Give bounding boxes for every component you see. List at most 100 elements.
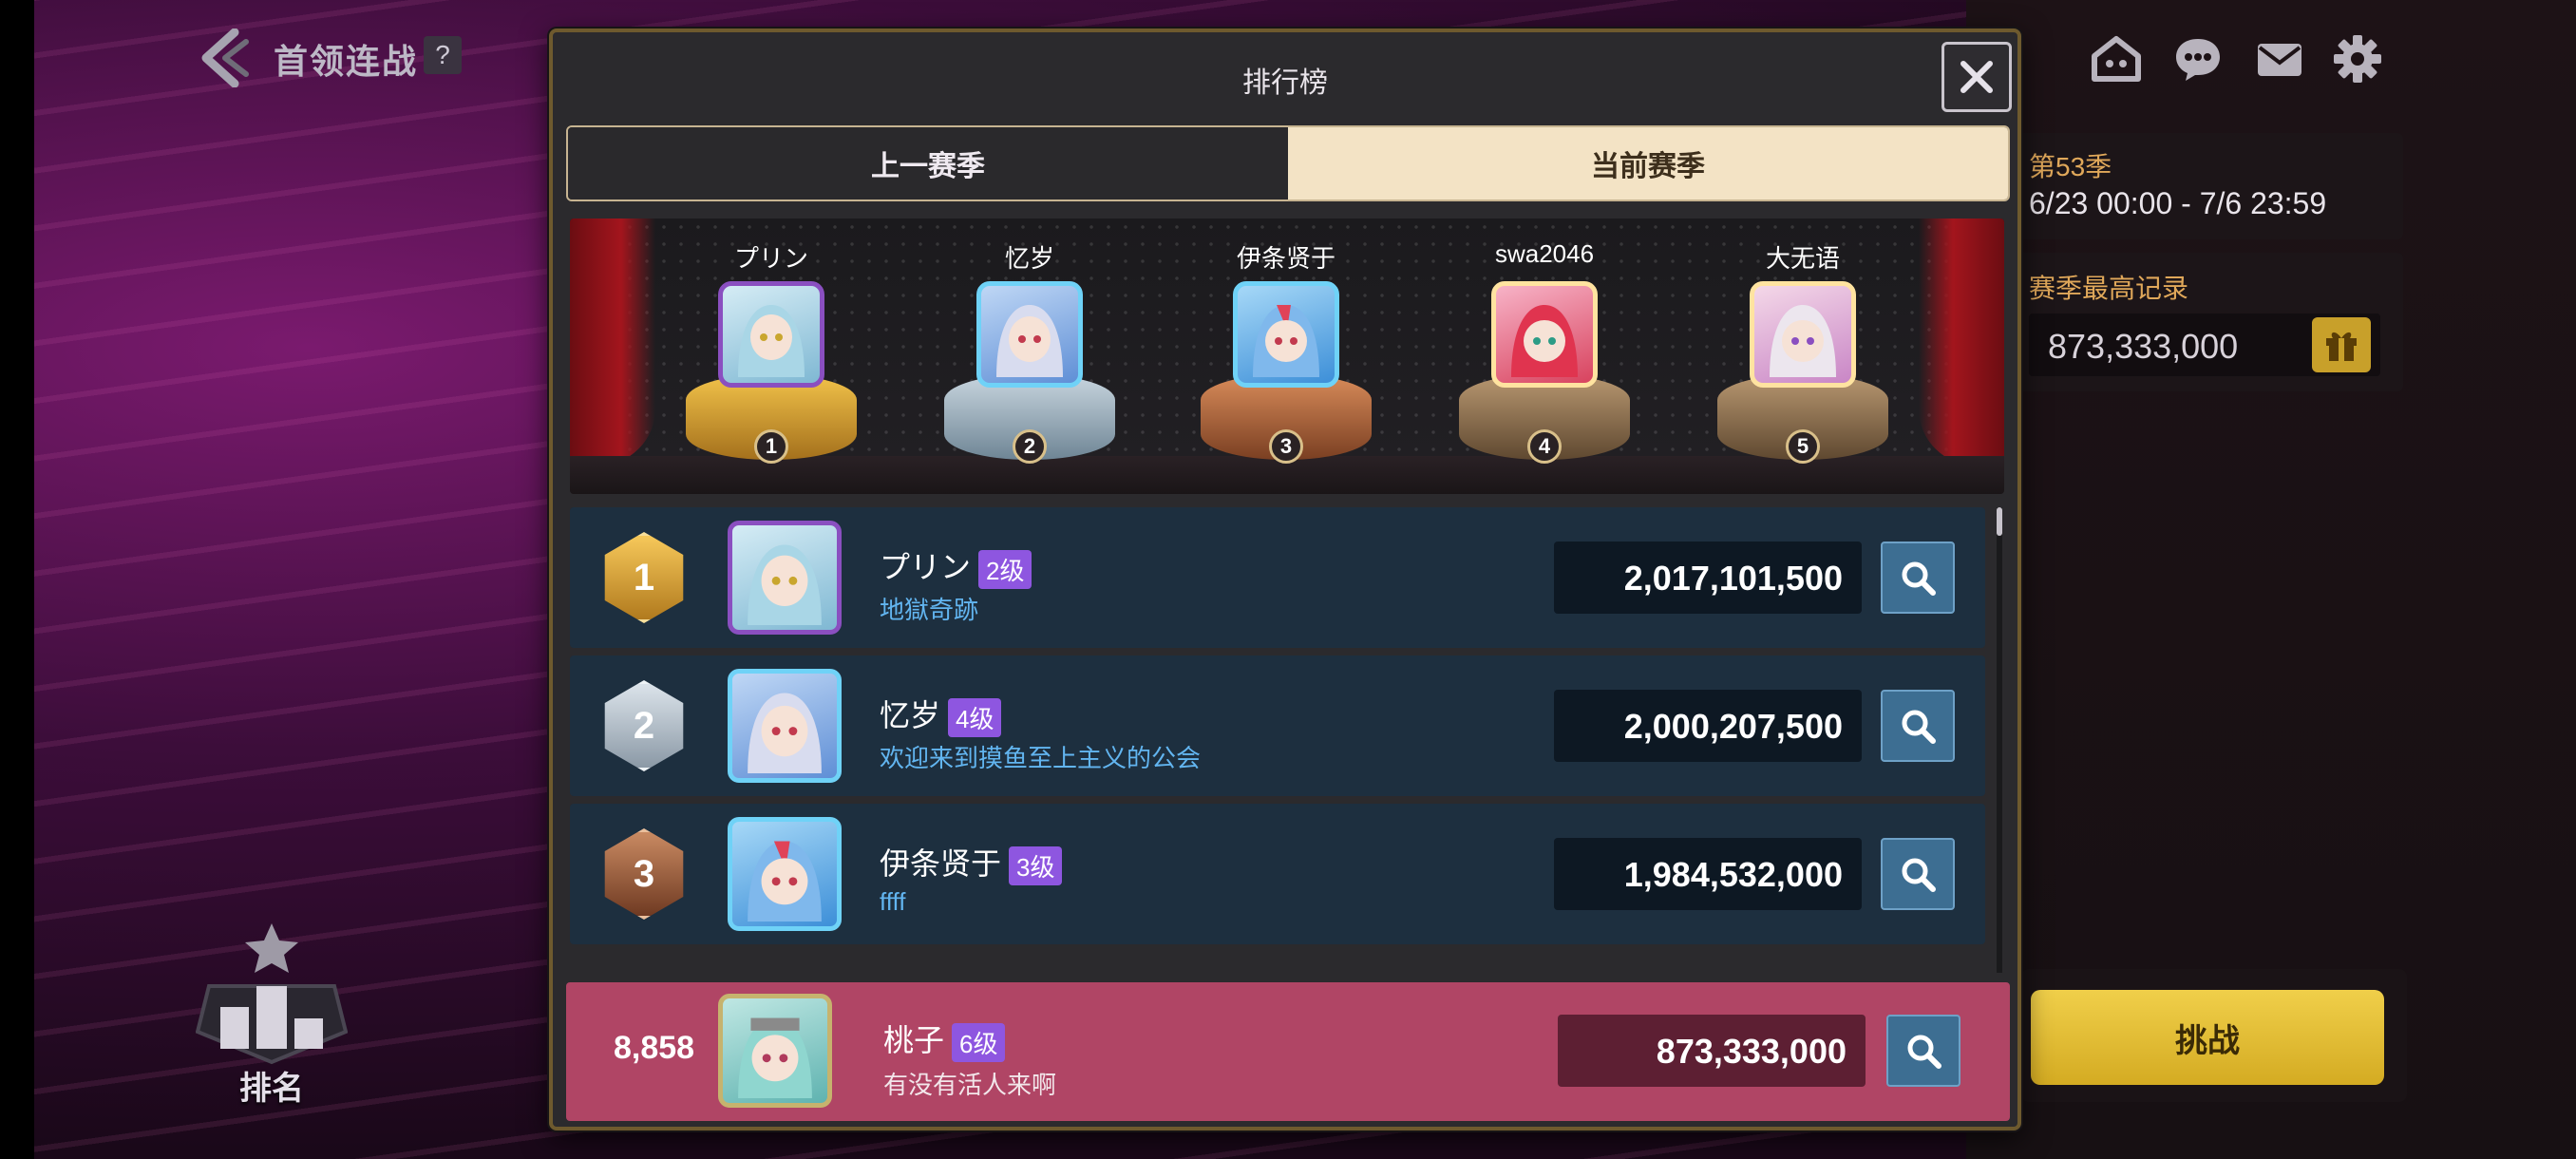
- character-portrait-icon: [1253, 305, 1319, 377]
- season-number: 第53季: [2029, 152, 2112, 181]
- podium-name: swa2046: [1494, 239, 1595, 268]
- best-record-value: 873,333,000: [2048, 327, 2239, 366]
- player-name: 忆岁: [880, 698, 941, 732]
- podium-slot[interactable]: 大无语 5: [1698, 232, 1907, 479]
- rank-podium-icon: [195, 923, 349, 1065]
- avatar: [976, 281, 1083, 388]
- guild-name: 地獄奇跡: [880, 596, 979, 624]
- guild-icon[interactable]: [2086, 28, 2147, 89]
- avatar: [718, 281, 824, 388]
- page-title: 首领连战: [274, 42, 419, 81]
- score-value: 2,000,207,500: [1623, 707, 1843, 746]
- score-value: 1,984,532,000: [1623, 855, 1843, 894]
- avatar[interactable]: [728, 521, 842, 635]
- ranking-row: 3 伊条贤于 3级 ffff 1,984,532,000: [570, 804, 1985, 944]
- score-box: 2,000,207,500: [1554, 690, 1862, 762]
- ranking-row: 1 プリン 2级 地獄奇跡 2,017,101,500: [570, 507, 1985, 648]
- rank-button[interactable]: 排名: [195, 920, 349, 1110]
- podium-slot[interactable]: 忆岁 2: [925, 232, 1134, 479]
- podium-name: 忆岁: [1004, 244, 1054, 273]
- rank-number: 3: [633, 852, 655, 895]
- player-name-line: 伊条贤于 3级: [880, 840, 1063, 886]
- tab-current-season[interactable]: 当前赛季: [1288, 127, 2008, 200]
- podium-name: プリン: [733, 244, 808, 273]
- view-player-button[interactable]: [1881, 542, 1955, 614]
- podium-name: 大无语: [1765, 244, 1840, 273]
- rank-label: 排名: [239, 1071, 304, 1107]
- view-player-button[interactable]: [1881, 690, 1955, 762]
- player-name: 桃子: [883, 1023, 945, 1057]
- list-scrollbar[interactable]: [1997, 507, 2002, 973]
- podium-rank: 2: [1013, 429, 1047, 464]
- back-arrow-icon: [201, 28, 249, 87]
- chat-icon[interactable]: [2168, 28, 2228, 89]
- rank-medal-silver: 2: [604, 680, 684, 771]
- challenge-area: 挑战: [2021, 969, 2407, 1102]
- mail-icon[interactable]: [2249, 28, 2310, 89]
- score-value: 873,333,000: [1656, 1032, 1847, 1071]
- podium-rank: 4: [1527, 429, 1562, 464]
- avatar[interactable]: [728, 817, 842, 931]
- player-name-line: 桃子 6级: [883, 1016, 1006, 1063]
- score-box: 1,984,532,000: [1554, 838, 1862, 910]
- level-badge: 6级: [952, 1023, 1006, 1063]
- podium-rank: 5: [1786, 429, 1820, 464]
- view-player-button[interactable]: [1881, 838, 1955, 910]
- character-portrait-icon: [1770, 305, 1836, 377]
- my-ranking-row: 8,858 桃子 6级 有没有活人来啊 873,333,000: [566, 982, 2010, 1121]
- ranking-list[interactable]: 1 プリン 2级 地獄奇跡 2,017,101,500 2 忆岁 4级 欢迎来到摸鱼…: [570, 507, 1995, 977]
- podium-slot[interactable]: 伊条贤于 3: [1182, 232, 1391, 479]
- best-record-panel: 赛季最高记录 873,333,000: [2014, 253, 2403, 391]
- level-badge: 2级: [978, 550, 1032, 590]
- search-icon: [1907, 1035, 1941, 1069]
- scroll-thumb[interactable]: [1997, 507, 2002, 536]
- avatar: [1233, 281, 1339, 388]
- reward-gift-button[interactable]: [2312, 317, 2371, 372]
- avatar: [1491, 281, 1598, 388]
- character-portrait-icon: [1511, 305, 1578, 377]
- search-icon: [1902, 561, 1936, 596]
- player-name-line: プリン 2级: [880, 543, 1032, 590]
- curtain-left: [570, 218, 655, 466]
- close-button[interactable]: [1941, 42, 2012, 112]
- view-player-button[interactable]: [1886, 1015, 1960, 1087]
- rank-number: 1: [633, 556, 655, 598]
- season-info-panel: 第53季 6/23 00:00 - 7/6 23:59: [2014, 133, 2403, 239]
- season-range: 6/23 00:00 - 7/6 23:59: [2029, 186, 2327, 220]
- guild-name: 欢迎来到摸鱼至上主义的公会: [880, 744, 1202, 772]
- avatar[interactable]: [728, 669, 842, 783]
- rank-medal-bronze: 3: [604, 828, 684, 920]
- gift-icon: [2326, 332, 2357, 361]
- search-icon: [1902, 710, 1936, 744]
- avatar[interactable]: [718, 994, 832, 1108]
- search-icon: [1902, 858, 1936, 892]
- rank-medal-gold: 1: [604, 532, 684, 623]
- score-value: 2,017,101,500: [1623, 559, 1843, 598]
- my-rank-number: 8,858: [614, 1030, 695, 1066]
- player-name-line: 忆岁 4级: [880, 692, 1002, 738]
- character-portrait-icon: [748, 544, 822, 625]
- podium-name: 伊条贤于: [1236, 244, 1335, 273]
- best-record-label: 赛季最高记录: [2029, 274, 2189, 303]
- podium-rank: 3: [1269, 429, 1303, 464]
- left-edge: [0, 0, 34, 1159]
- challenge-button[interactable]: 挑战: [2031, 990, 2384, 1085]
- guild-name: 有没有活人来啊: [883, 1071, 1057, 1099]
- back-button[interactable]: [190, 27, 256, 89]
- help-button[interactable]: ?: [424, 36, 462, 74]
- ranking-row: 2 忆岁 4级 欢迎来到摸鱼至上主义的公会 2,000,207,500: [570, 656, 1985, 796]
- close-icon: [1960, 61, 1993, 93]
- character-portrait-icon: [738, 1017, 812, 1098]
- top5-podium-stage: プリン 1 忆岁 2 伊条贤于 3 swa2046 4 大无语 5: [570, 218, 2004, 494]
- podium-rank: 1: [754, 429, 788, 464]
- character-portrait-icon: [996, 305, 1063, 377]
- curtain-right: [1919, 218, 2004, 466]
- player-name: プリン: [880, 550, 972, 584]
- best-record-box: 873,333,000: [2029, 314, 2380, 376]
- guild-name: ffff: [880, 887, 906, 916]
- player-name: 伊条贤于: [880, 846, 1002, 881]
- settings-icon[interactable]: [2327, 28, 2388, 89]
- podium-slot[interactable]: swa2046 4: [1440, 232, 1649, 479]
- tab-previous-season[interactable]: 上一赛季: [568, 127, 1288, 200]
- podium-slot[interactable]: プリン 1: [667, 232, 876, 479]
